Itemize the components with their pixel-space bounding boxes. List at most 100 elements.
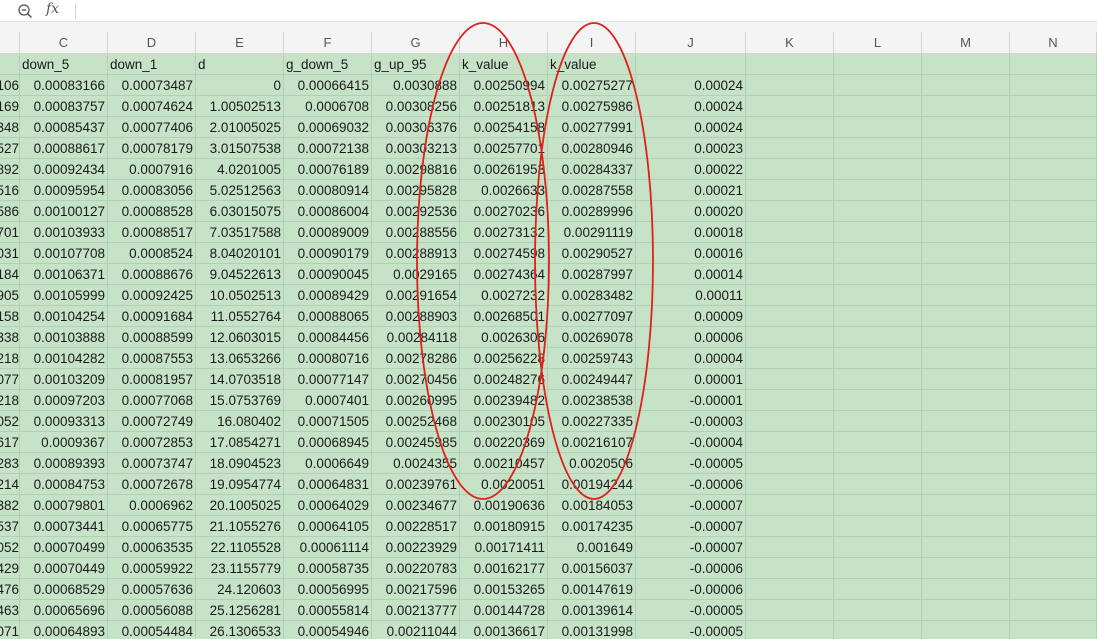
- table-cell[interactable]: [0, 54, 20, 75]
- table-cell[interactable]: 0.00083166: [20, 75, 108, 96]
- table-cell[interactable]: 071: [0, 621, 20, 639]
- table-cell[interactable]: 0.00064831: [284, 474, 372, 495]
- table-cell[interactable]: [1010, 369, 1097, 390]
- table-cell[interactable]: [834, 138, 922, 159]
- header-cell[interactable]: [834, 54, 922, 75]
- table-cell[interactable]: 0.00227335: [548, 411, 636, 432]
- table-cell[interactable]: 0.00077147: [284, 369, 372, 390]
- table-cell[interactable]: [746, 390, 834, 411]
- table-cell[interactable]: 0.00068529: [20, 579, 108, 600]
- table-cell[interactable]: [834, 621, 922, 639]
- table-cell[interactable]: [834, 579, 922, 600]
- table-cell[interactable]: [922, 306, 1010, 327]
- table-cell[interactable]: 052: [0, 537, 20, 558]
- column-header-d[interactable]: D: [108, 32, 196, 54]
- table-cell[interactable]: [746, 495, 834, 516]
- table-cell[interactable]: 0.00022: [636, 159, 746, 180]
- table-cell[interactable]: 218: [0, 390, 20, 411]
- table-cell[interactable]: [922, 327, 1010, 348]
- table-cell[interactable]: 0.00100127: [20, 201, 108, 222]
- fx-icon[interactable]: fx: [46, 1, 59, 17]
- table-cell[interactable]: [1010, 327, 1097, 348]
- header-cell[interactable]: [1010, 54, 1097, 75]
- table-cell[interactable]: 0.00024: [636, 75, 746, 96]
- table-cell[interactable]: 0.00089429: [284, 285, 372, 306]
- table-cell[interactable]: 21.1055276: [196, 516, 284, 537]
- table-cell[interactable]: 0.00020: [636, 201, 746, 222]
- table-cell[interactable]: [922, 390, 1010, 411]
- table-cell[interactable]: [922, 285, 1010, 306]
- table-cell[interactable]: 11.0552764: [196, 306, 284, 327]
- table-cell[interactable]: 0.00077068: [108, 390, 196, 411]
- table-cell[interactable]: 0.00070499: [20, 537, 108, 558]
- table-cell[interactable]: 0.00289996: [548, 201, 636, 222]
- table-cell[interactable]: 0.00105999: [20, 285, 108, 306]
- table-cell[interactable]: 0.00071505: [284, 411, 372, 432]
- table-cell[interactable]: 0.00256228: [460, 348, 548, 369]
- table-cell[interactable]: 214: [0, 474, 20, 495]
- table-cell[interactable]: 15.0753769: [196, 390, 284, 411]
- table-cell[interactable]: [1010, 117, 1097, 138]
- table-cell[interactable]: 0.00274364: [460, 264, 548, 285]
- table-cell[interactable]: 0.00234677: [372, 495, 460, 516]
- table-cell[interactable]: [1010, 411, 1097, 432]
- table-cell[interactable]: [1010, 243, 1097, 264]
- table-cell[interactable]: 0.001649: [548, 537, 636, 558]
- table-cell[interactable]: -0.00006: [636, 579, 746, 600]
- header-cell[interactable]: down_5: [20, 54, 108, 75]
- table-cell[interactable]: [834, 600, 922, 621]
- header-cell[interactable]: [922, 54, 1010, 75]
- table-cell[interactable]: [1010, 348, 1097, 369]
- table-cell[interactable]: 348: [0, 117, 20, 138]
- table-cell[interactable]: [922, 348, 1010, 369]
- table-cell[interactable]: 0.0027232: [460, 285, 548, 306]
- table-cell[interactable]: 0.00092434: [20, 159, 108, 180]
- table-cell[interactable]: 0.00064105: [284, 516, 372, 537]
- table-cell[interactable]: [746, 285, 834, 306]
- table-cell[interactable]: 0.00091684: [108, 306, 196, 327]
- table-cell[interactable]: 0.00131998: [548, 621, 636, 639]
- column-header-n[interactable]: N: [1010, 32, 1097, 54]
- table-cell[interactable]: 0.00073441: [20, 516, 108, 537]
- table-cell[interactable]: 0.00004: [636, 348, 746, 369]
- table-cell[interactable]: 0.0029165: [372, 264, 460, 285]
- table-cell[interactable]: -0.00003: [636, 411, 746, 432]
- table-cell[interactable]: [834, 432, 922, 453]
- table-cell[interactable]: 0.0026633: [460, 180, 548, 201]
- table-cell[interactable]: 3.01507538: [196, 138, 284, 159]
- table-cell[interactable]: 0.00085437: [20, 117, 108, 138]
- table-cell[interactable]: 0.00083757: [20, 96, 108, 117]
- table-cell[interactable]: 0.00059922: [108, 558, 196, 579]
- table-cell[interactable]: [746, 348, 834, 369]
- table-cell[interactable]: -0.00006: [636, 474, 746, 495]
- table-cell[interactable]: [746, 180, 834, 201]
- table-cell[interactable]: [922, 579, 1010, 600]
- table-cell[interactable]: 0.00081957: [108, 369, 196, 390]
- table-cell[interactable]: 0.00223929: [372, 537, 460, 558]
- table-cell[interactable]: 0.00089393: [20, 453, 108, 474]
- header-cell[interactable]: g_up_95: [372, 54, 460, 75]
- table-cell[interactable]: [834, 495, 922, 516]
- table-cell[interactable]: 0.00106371: [20, 264, 108, 285]
- table-cell[interactable]: 17.0854271: [196, 432, 284, 453]
- table-cell[interactable]: 0.00011: [636, 285, 746, 306]
- table-cell[interactable]: 0.00278286: [372, 348, 460, 369]
- column-header-k[interactable]: K: [746, 32, 834, 54]
- table-cell[interactable]: 0.0026306: [460, 327, 548, 348]
- table-cell[interactable]: [1010, 159, 1097, 180]
- table-cell[interactable]: [746, 306, 834, 327]
- table-cell[interactable]: 0.00144728: [460, 600, 548, 621]
- column-header-i[interactable]: I: [548, 32, 636, 54]
- column-header-f[interactable]: F: [284, 32, 372, 54]
- table-cell[interactable]: [922, 558, 1010, 579]
- table-cell[interactable]: 0.00086004: [284, 201, 372, 222]
- table-cell[interactable]: 0.00016: [636, 243, 746, 264]
- table-cell[interactable]: [1010, 600, 1097, 621]
- table-cell[interactable]: 158: [0, 306, 20, 327]
- table-cell[interactable]: 0.00072853: [108, 432, 196, 453]
- table-cell[interactable]: [1010, 495, 1097, 516]
- sheet-grid[interactable]: down_5 down_1 d g_down_5 g_up_95 k_value k_val…: [0, 54, 1097, 639]
- table-cell[interactable]: -0.00005: [636, 453, 746, 474]
- table-cell[interactable]: [834, 327, 922, 348]
- table-cell[interactable]: [746, 474, 834, 495]
